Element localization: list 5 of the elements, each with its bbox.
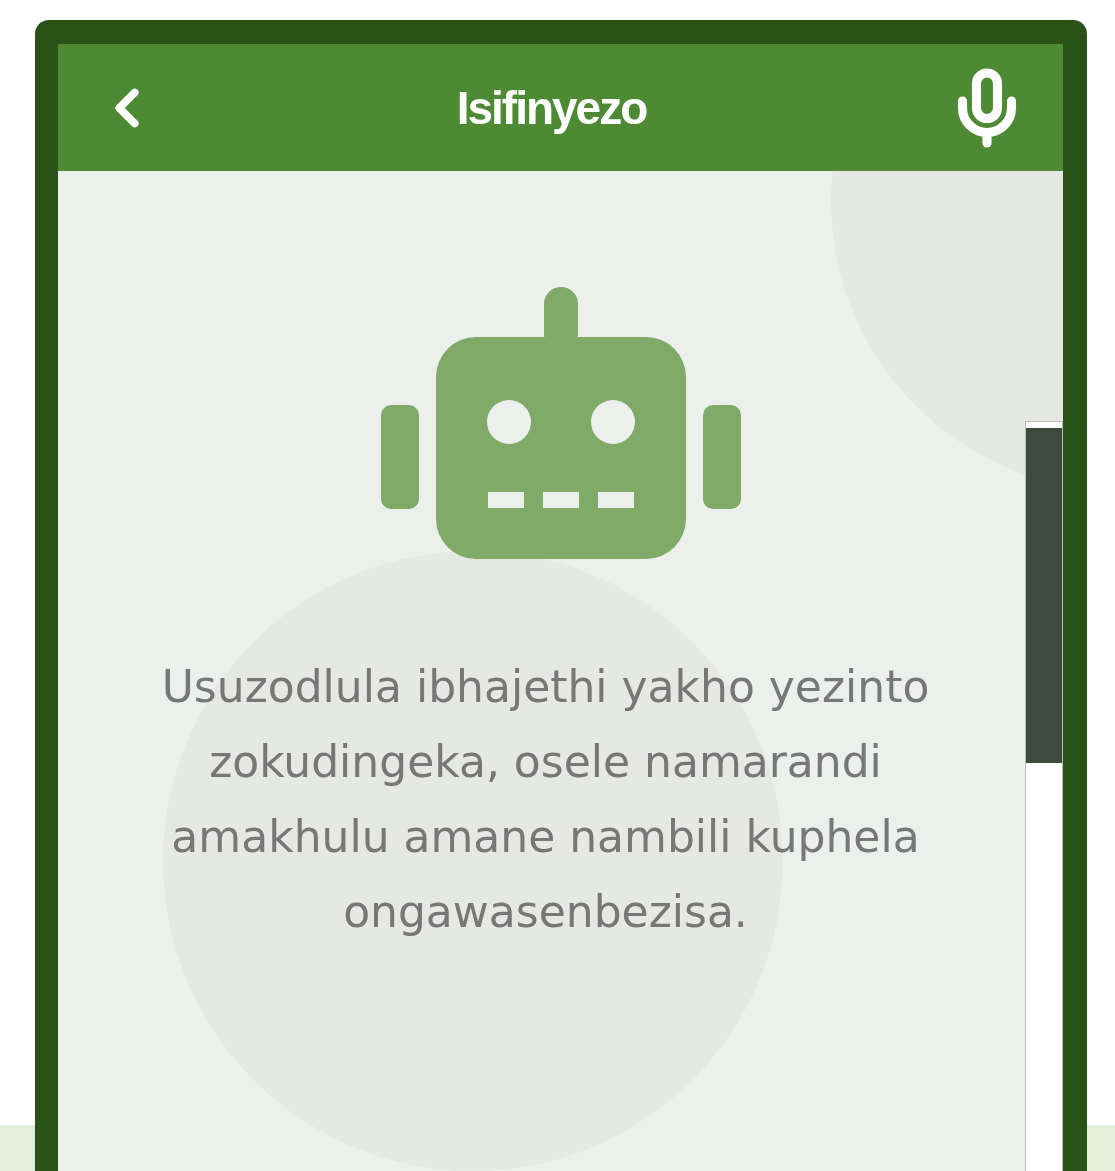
robot-icon bbox=[380, 287, 741, 559]
scrollbar[interactable] bbox=[1025, 421, 1063, 1171]
scrollbar-thumb[interactable] bbox=[1026, 428, 1062, 763]
header-title: Isifinyezo bbox=[456, 80, 647, 135]
summary-message: Usuzodlula ibhajethi yakho yezinto zokudingeka, osele namarandi amakhulu amane nambili kuphela ongawasenbezisa. bbox=[160, 660, 931, 939]
